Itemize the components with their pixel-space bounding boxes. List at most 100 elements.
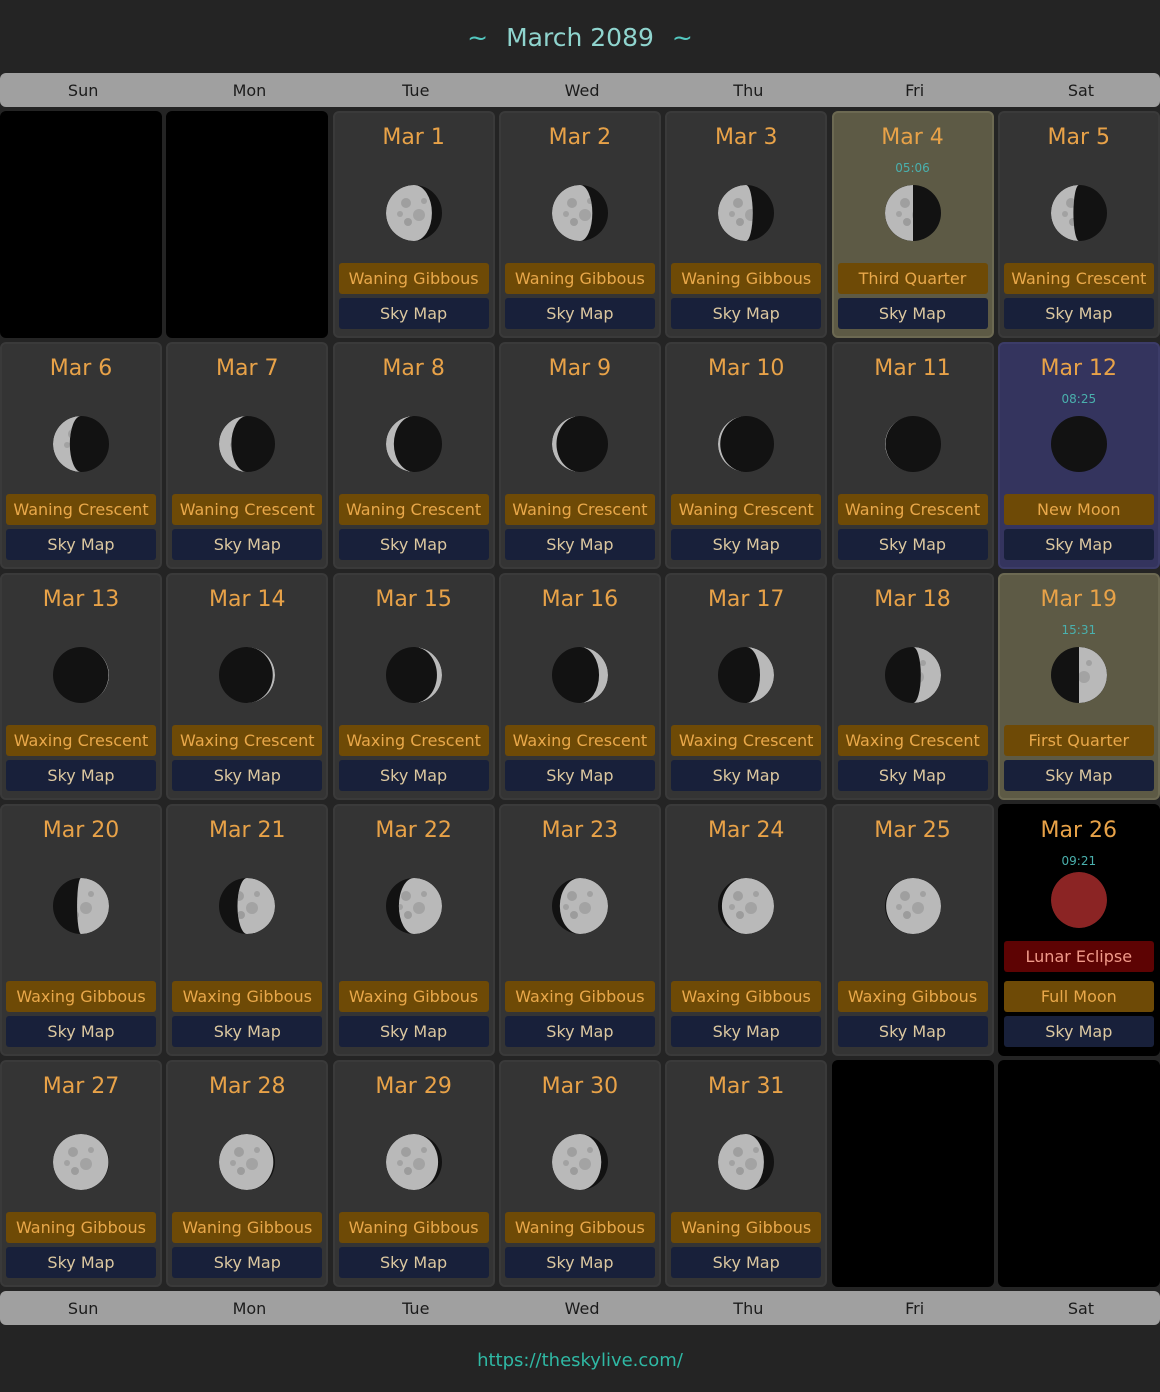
sky-map-button[interactable]: Sky Map — [6, 760, 156, 791]
phase-label: Waning Gibbous — [338, 263, 489, 294]
sky-map-button[interactable]: Sky Map — [504, 1247, 655, 1278]
day-cell: Mar 11 Waning Crescent Sky Map — [831, 342, 994, 569]
sky-map-button[interactable]: Sky Map — [671, 760, 822, 791]
sky-map-button[interactable]: Sky Map — [6, 1247, 156, 1278]
day-date: Mar 12 — [1040, 356, 1118, 381]
weekday-tue: Tue — [402, 81, 430, 100]
sky-map-button[interactable]: Sky Map — [338, 529, 489, 560]
moon-phase-icon — [53, 647, 109, 703]
empty-day-cell — [997, 1060, 1160, 1287]
weekday-wed: Wed — [564, 81, 600, 100]
day-cell: Mar 30 Waning Gibbous Sky Map — [498, 1060, 661, 1287]
moon-phase-icon — [884, 185, 941, 241]
eclipse-event-label: Lunar Eclipse — [1003, 941, 1154, 972]
moon-phase-icon — [718, 647, 775, 703]
day-date: Mar 9 — [548, 356, 612, 381]
day-date: Mar 13 — [42, 587, 120, 612]
day-cell: Mar 16 Waxing Crescent Sky Map — [498, 573, 661, 800]
day-date: Mar 2 — [548, 125, 612, 150]
phase-label: Waxing Crescent — [338, 725, 489, 756]
day-cell: Mar 13 Waxing Crescent Sky Map — [0, 573, 162, 800]
day-date: Mar 23 — [541, 818, 619, 843]
sky-map-button[interactable]: Sky Map — [837, 298, 988, 329]
sky-map-button[interactable]: Sky Map — [1003, 760, 1154, 791]
day-date: Mar 17 — [707, 587, 785, 612]
sky-map-button[interactable]: Sky Map — [1003, 298, 1154, 329]
weekday-tue: Tue — [402, 1299, 430, 1318]
empty-day-cell — [0, 111, 162, 338]
sky-map-button[interactable]: Sky Map — [338, 1016, 489, 1047]
day-cell: Mar 17 Waxing Crescent Sky Map — [665, 573, 828, 800]
moon-phase-icon — [718, 185, 775, 241]
sky-map-button[interactable]: Sky Map — [504, 760, 655, 791]
moon-phase-icon — [551, 647, 608, 703]
day-date: Mar 24 — [707, 818, 785, 843]
sky-map-button[interactable]: Sky Map — [671, 529, 822, 560]
phase-label: Waning Crescent — [172, 494, 323, 525]
sky-map-button[interactable]: Sky Map — [504, 529, 655, 560]
day-cell: Mar 28 Waning Gibbous Sky Map — [166, 1060, 329, 1287]
sky-map-button[interactable]: Sky Map — [837, 1016, 988, 1047]
sky-map-button[interactable]: Sky Map — [338, 760, 489, 791]
moon-phase-icon — [884, 878, 941, 934]
sky-map-button[interactable]: Sky Map — [172, 529, 323, 560]
day-cell: Mar 9 Waning Crescent Sky Map — [498, 342, 661, 569]
phase-label: Full Moon — [1003, 981, 1154, 1012]
sky-map-button[interactable]: Sky Map — [338, 1247, 489, 1278]
moon-phase-icon — [53, 1134, 109, 1190]
footer-link[interactable]: https://theskylive.com/ — [0, 1346, 1160, 1376]
day-date: Mar 25 — [874, 818, 951, 843]
empty-day-cell — [831, 1060, 994, 1287]
day-date: Mar 6 — [49, 356, 113, 381]
sky-map-button[interactable]: Sky Map — [6, 529, 156, 560]
moon-phase-icon — [718, 1134, 775, 1190]
sky-map-button[interactable]: Sky Map — [504, 1016, 655, 1047]
day-date: Mar 31 — [707, 1074, 785, 1099]
sky-map-button[interactable]: Sky Map — [172, 1247, 323, 1278]
sky-map-button[interactable]: Sky Map — [172, 1016, 323, 1047]
phase-label: Waning Gibbous — [6, 1212, 156, 1243]
calendar-grid: Mar 1 Waning Gibbous Sky Map Mar 2 Waning … — [0, 111, 1160, 1289]
day-date: Mar 29 — [375, 1074, 452, 1099]
sky-map-button[interactable]: Sky Map — [338, 298, 489, 329]
sky-map-button[interactable]: Sky Map — [837, 529, 988, 560]
phase-label: Waning Gibbous — [671, 263, 822, 294]
weekday-sat: Sat — [1067, 1299, 1095, 1318]
sky-map-button[interactable]: Sky Map — [671, 1016, 822, 1047]
phase-label: Waxing Gibbous — [671, 981, 822, 1012]
moon-phase-icon — [53, 416, 109, 472]
weekday-header-top: Sun Mon Tue Wed Thu Fri Sat — [0, 73, 1160, 107]
phase-label: Waxing Gibbous — [172, 981, 323, 1012]
phase-label: Waxing Gibbous — [837, 981, 988, 1012]
day-cell: Mar 31 Waning Gibbous Sky Map — [665, 1060, 828, 1287]
moon-phase-icon — [884, 416, 941, 472]
sky-map-button[interactable]: Sky Map — [504, 298, 655, 329]
moon-phase-icon — [385, 647, 442, 703]
eclipsed-moon-icon — [1050, 872, 1107, 928]
sky-map-button[interactable]: Sky Map — [172, 760, 323, 791]
moon-phase-icon — [551, 878, 608, 934]
phase-label: Waning Crescent — [338, 494, 489, 525]
phase-time: 08:25 — [1061, 392, 1097, 406]
day-cell: Mar 10 Waning Crescent Sky Map — [665, 342, 828, 569]
sky-map-button[interactable]: Sky Map — [837, 760, 988, 791]
sky-map-button[interactable]: Sky Map — [6, 1016, 156, 1047]
day-cell: Mar 7 Waning Crescent Sky Map — [166, 342, 329, 569]
sky-map-button[interactable]: Sky Map — [671, 298, 822, 329]
phase-label: Waning Gibbous — [504, 1212, 655, 1243]
moon-phase-icon — [551, 416, 608, 472]
sky-map-button[interactable]: Sky Map — [671, 1247, 822, 1278]
day-cell: Mar 22 Waxing Gibbous Sky Map — [332, 804, 495, 1056]
phase-time: 09:21 — [1061, 854, 1097, 868]
phase-label: Waning Gibbous — [338, 1212, 489, 1243]
day-cell: Mar 26 09:21 Lunar Eclipse Full Moon Sky Ma… — [997, 804, 1160, 1056]
day-cell: Mar 15 Waxing Crescent Sky Map — [332, 573, 495, 800]
moon-phase-icon — [53, 878, 109, 934]
weekday-fri: Fri — [905, 81, 925, 100]
sky-map-button[interactable]: Sky Map — [1003, 1016, 1154, 1047]
day-cell: Mar 2 Waning Gibbous Sky Map — [498, 111, 661, 338]
day-cell: Mar 4 05:06 Third Quarter Sky Map — [831, 111, 994, 338]
sky-map-button[interactable]: Sky Map — [1003, 529, 1154, 560]
day-cell: Mar 19 15:31 First Quarter Sky Map — [997, 573, 1160, 800]
day-date: Mar 19 — [1040, 587, 1118, 612]
